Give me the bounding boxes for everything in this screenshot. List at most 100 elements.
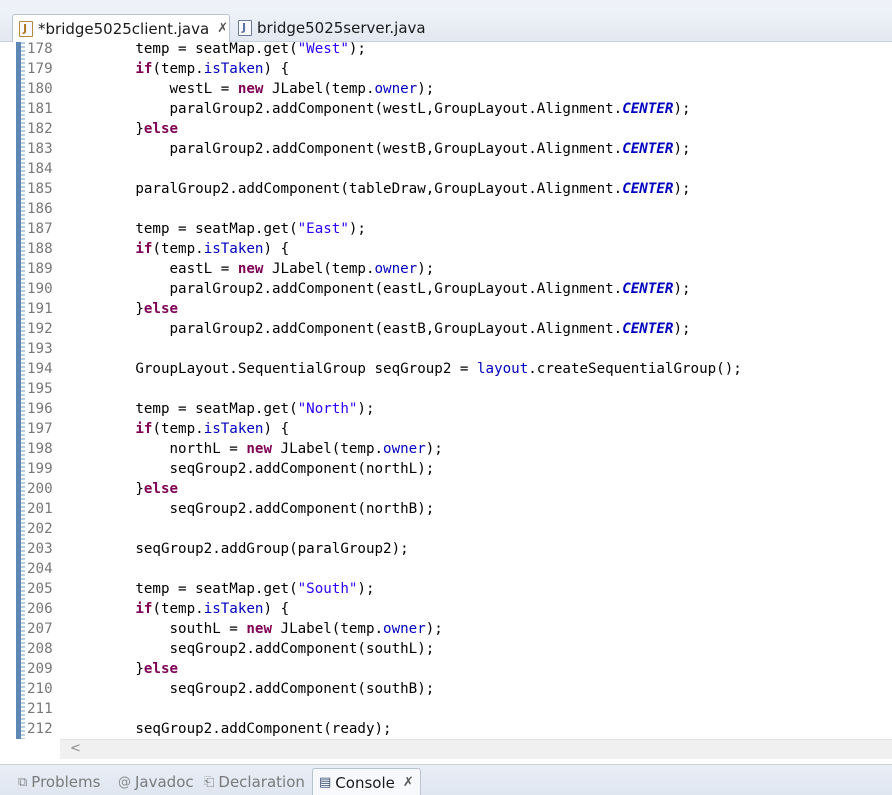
code-line[interactable]: 211 (0, 699, 892, 719)
code-text[interactable]: }else (67, 119, 178, 139)
line-number: 206 (27, 601, 53, 617)
close-icon[interactable]: ✗ (403, 775, 414, 790)
code-line[interactable]: 190 paralGroup2.addComponent(eastL,Group… (0, 279, 892, 299)
code-text[interactable]: temp = seatMap.get("West"); (67, 42, 366, 59)
code-line[interactable]: 192 paralGroup2.addComponent(eastB,Group… (0, 319, 892, 339)
code-line[interactable]: 197 if(temp.isTaken) { (0, 419, 892, 439)
line-number: 178 (27, 42, 53, 57)
code-line[interactable]: 212 seqGroup2.addComponent(ready); (0, 719, 892, 739)
at-icon: @ (118, 774, 131, 790)
code-line[interactable]: 186 (0, 199, 892, 219)
code-text[interactable]: southL = new JLabel(temp.owner); (67, 619, 442, 639)
code-text[interactable]: if(temp.isTaken) { (67, 599, 289, 619)
line-number: 198 (27, 441, 53, 457)
code-text[interactable]: }else (67, 299, 178, 319)
line-number: 195 (27, 381, 53, 397)
scroll-left-icon[interactable]: < (70, 741, 81, 756)
code-line[interactable]: 183 paralGroup2.addComponent(westB,Group… (0, 139, 892, 159)
code-lines: 178 temp = seatMap.get("West"); 179 if(te… (0, 42, 892, 739)
code-text[interactable]: paralGroup2.addComponent(tableDraw,Group… (67, 179, 690, 199)
code-line[interactable]: 191 }else (0, 299, 892, 319)
code-line[interactable]: 189 eastL = new JLabel(temp.owner); (0, 259, 892, 279)
code-text[interactable]: temp = seatMap.get("East"); (67, 219, 366, 239)
code-text[interactable]: seqGroup2.addComponent(northL); (67, 459, 434, 479)
code-text[interactable]: seqGroup2.addComponent(ready); (67, 719, 391, 739)
line-number: 184 (27, 161, 53, 177)
code-text[interactable]: if(temp.isTaken) { (67, 239, 289, 259)
tab-problems[interactable]: ⧉ Problems (18, 768, 100, 795)
code-text[interactable]: westL = new JLabel(temp.owner); (67, 79, 434, 99)
code-line[interactable]: 187 temp = seatMap.get("East"); (0, 219, 892, 239)
close-icon[interactable]: ✗ (217, 21, 228, 36)
line-number: 211 (27, 701, 53, 717)
java-file-icon (238, 20, 252, 36)
line-number: 193 (27, 341, 53, 357)
code-text[interactable]: paralGroup2.addComponent(eastB,GroupLayo… (67, 319, 690, 339)
line-number: 200 (27, 481, 53, 497)
line-number: 202 (27, 521, 53, 537)
code-line[interactable]: 209 }else (0, 659, 892, 679)
code-text[interactable]: GroupLayout.SequentialGroup seqGroup2 = … (67, 359, 741, 379)
line-number: 199 (27, 461, 53, 477)
tab-label: Console (335, 773, 395, 792)
code-text[interactable]: temp = seatMap.get("South"); (67, 579, 374, 599)
code-line[interactable]: 202 (0, 519, 892, 539)
code-text[interactable]: temp = seatMap.get("North"); (67, 399, 374, 419)
code-line[interactable]: 195 (0, 379, 892, 399)
code-text[interactable]: if(temp.isTaken) { (67, 419, 289, 439)
code-line[interactable]: 201 seqGroup2.addComponent(northB); (0, 499, 892, 519)
code-line[interactable]: 188 if(temp.isTaken) { (0, 239, 892, 259)
console-icon: ▤ (319, 775, 332, 790)
window-top-strip (0, 0, 892, 10)
code-text[interactable]: }else (67, 479, 178, 499)
code-text[interactable]: seqGroup2.addComponent(northB); (67, 499, 434, 519)
code-line[interactable]: 185 paralGroup2.addComponent(tableDraw,G… (0, 179, 892, 199)
declaration-icon: ⎗ (204, 774, 215, 790)
code-line[interactable]: 210 seqGroup2.addComponent(southB); (0, 679, 892, 699)
code-text[interactable]: if(temp.isTaken) { (67, 59, 289, 79)
horizontal-scrollbar[interactable]: < (60, 739, 892, 759)
code-line[interactable]: 196 temp = seatMap.get("North"); (0, 399, 892, 419)
code-text[interactable]: northL = new JLabel(temp.owner); (67, 439, 442, 459)
code-editor[interactable]: 178 temp = seatMap.get("West"); 179 if(te… (0, 42, 892, 739)
code-line[interactable]: 180 westL = new JLabel(temp.owner); (0, 79, 892, 99)
code-text[interactable]: seqGroup2.addComponent(southL); (67, 639, 434, 659)
code-line[interactable]: 179 if(temp.isTaken) { (0, 59, 892, 79)
code-line[interactable]: 203 seqGroup2.addGroup(paralGroup2); (0, 539, 892, 559)
code-line[interactable]: 200 }else (0, 479, 892, 499)
code-line[interactable]: 178 temp = seatMap.get("West"); (0, 42, 892, 59)
code-text[interactable]: paralGroup2.addComponent(westL,GroupLayo… (67, 99, 690, 119)
line-number: 185 (27, 181, 53, 197)
tab-javadoc[interactable]: @ Javadoc (118, 768, 194, 795)
gutter-bottom (16, 739, 60, 759)
code-text[interactable]: eastL = new JLabel(temp.owner); (67, 259, 434, 279)
code-line[interactable]: 206 if(temp.isTaken) { (0, 599, 892, 619)
tab-bridge5025client[interactable]: *bridge5025client.java ✗ (12, 14, 230, 42)
line-number: 186 (27, 201, 53, 217)
code-line[interactable]: 198 northL = new JLabel(temp.owner); (0, 439, 892, 459)
line-number: 189 (27, 261, 53, 277)
code-line[interactable]: 193 (0, 339, 892, 359)
line-number: 197 (27, 421, 53, 437)
code-text[interactable]: seqGroup2.addGroup(paralGroup2); (67, 539, 408, 559)
tab-bridge5025server[interactable]: bridge5025server.java (232, 14, 432, 42)
code-line[interactable]: 181 paralGroup2.addComponent(westL,Group… (0, 99, 892, 119)
code-text[interactable]: paralGroup2.addComponent(eastL,GroupLayo… (67, 279, 690, 299)
code-line[interactable]: 184 (0, 159, 892, 179)
code-line[interactable]: 208 seqGroup2.addComponent(southL); (0, 639, 892, 659)
line-number: 182 (27, 121, 53, 137)
problems-icon: ⧉ (18, 774, 28, 790)
tab-label: bridge5025server.java (257, 19, 426, 37)
tab-console[interactable]: ▤ Console ✗ (312, 768, 421, 795)
line-number: 203 (27, 541, 53, 557)
tab-declaration[interactable]: ⎗ Declaration (204, 768, 305, 795)
code-text[interactable]: paralGroup2.addComponent(westB,GroupLayo… (67, 139, 690, 159)
code-line[interactable]: 207 southL = new JLabel(temp.owner); (0, 619, 892, 639)
code-text[interactable]: seqGroup2.addComponent(southB); (67, 679, 434, 699)
code-line[interactable]: 182 }else (0, 119, 892, 139)
code-line[interactable]: 199 seqGroup2.addComponent(northL); (0, 459, 892, 479)
code-line[interactable]: 205 temp = seatMap.get("South"); (0, 579, 892, 599)
code-line[interactable]: 204 (0, 559, 892, 579)
code-line[interactable]: 194 GroupLayout.SequentialGroup seqGroup… (0, 359, 892, 379)
code-text[interactable]: }else (67, 659, 178, 679)
